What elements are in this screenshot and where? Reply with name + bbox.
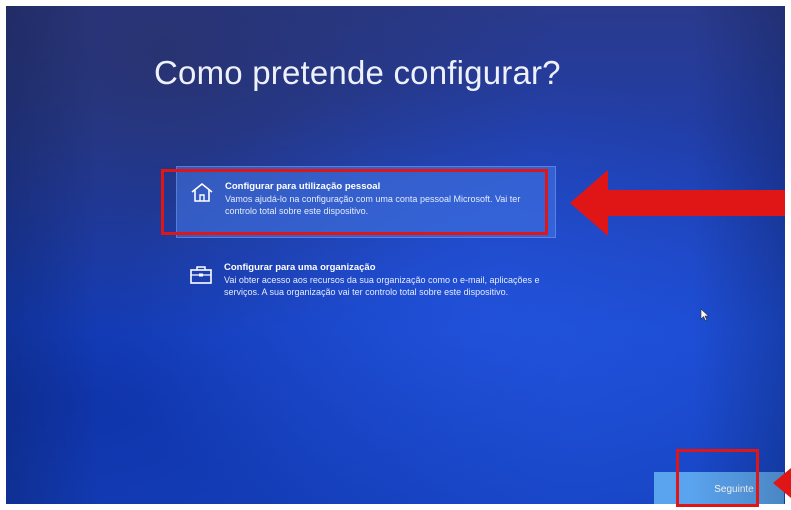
mouse-cursor-icon	[700, 308, 710, 321]
page-title: Como pretende configurar?	[154, 54, 561, 91]
option-organization-title: Configurar para uma organização	[224, 262, 376, 273]
setup-screen: Como pretende configurar? Configurar par…	[6, 6, 785, 504]
pointer-arrow-icon	[570, 170, 785, 236]
photo-frame: Como pretende configurar? Configurar par…	[0, 0, 791, 510]
pointer-arrow-small-icon	[773, 468, 791, 498]
option-personal-description: Vamos ajudá-lo na configuração com uma c…	[225, 194, 521, 216]
briefcase-icon	[190, 266, 212, 284]
option-organization[interactable]: Configurar para uma organização Vai obte…	[176, 250, 556, 330]
option-organization-description: Vai obter acesso aos recursos da sua org…	[224, 275, 540, 297]
next-button[interactable]: Seguinte	[654, 472, 784, 504]
option-organization-text: Configurar para uma organização Vai obte…	[224, 262, 544, 298]
option-personal-text: Configurar para utilização pessoal Vamos…	[225, 181, 545, 217]
option-personal-use[interactable]: Configurar para utilização pessoal Vamos…	[176, 166, 556, 238]
option-personal-title: Configurar para utilização pessoal	[225, 181, 381, 192]
home-icon	[191, 182, 213, 202]
